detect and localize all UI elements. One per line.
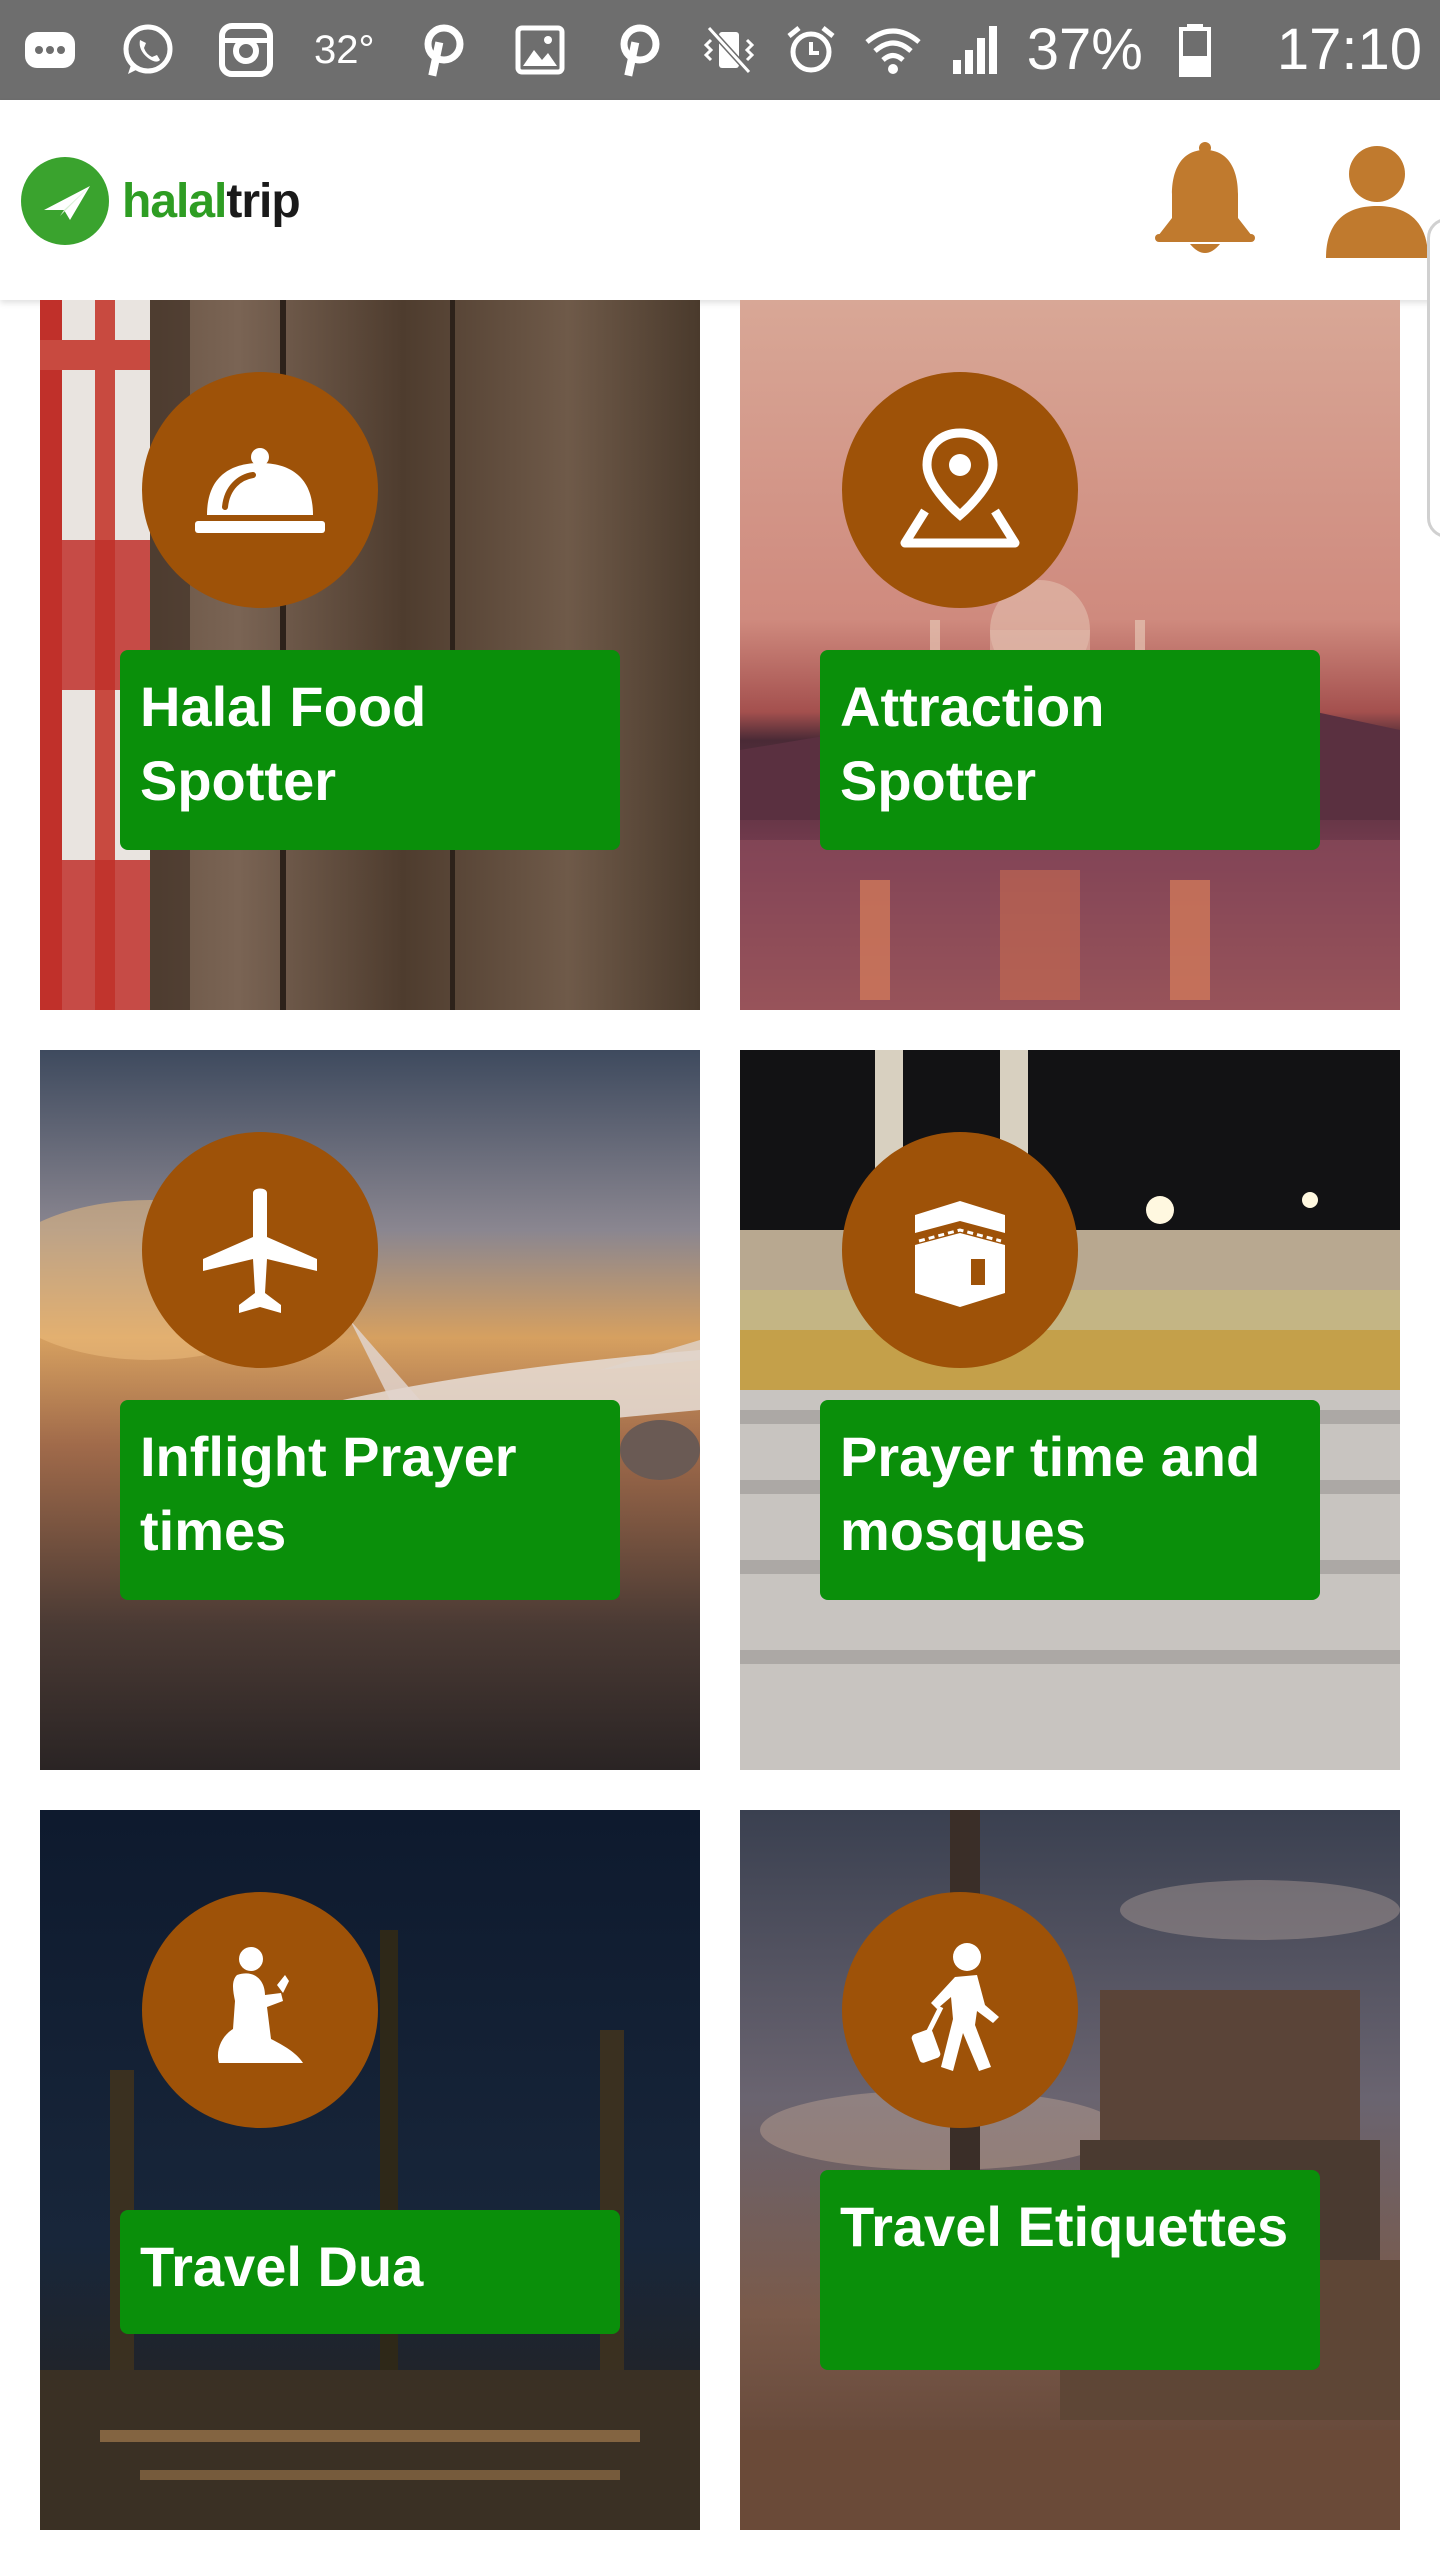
battery-percent: 37% [1026, 17, 1143, 82]
brand-name: halaltrip [122, 174, 301, 229]
tile-title: Travel Dua [120, 2210, 620, 2334]
praying-person-icon [185, 1935, 335, 2085]
brand-name-part2: trip [226, 174, 300, 228]
tile-halal-food-spotter[interactable]: Halal Food Spotter [40, 300, 700, 1010]
tile-prayer-time-and-mosques[interactable]: Prayer time and mosques [740, 1050, 1400, 1770]
mosque-night-background [40, 1810, 700, 2530]
tile-icon-circle [842, 1132, 1078, 1368]
tile-title: Inflight Prayer times [120, 1400, 620, 1600]
user-icon [1322, 140, 1432, 260]
brand-logo-link[interactable]: halaltrip [20, 156, 301, 246]
kaaba-icon [885, 1175, 1035, 1325]
airplane-icon [185, 1175, 335, 1325]
gallery-icon [510, 20, 570, 80]
tile-title: Attraction Spotter [820, 650, 1320, 850]
weather-temperature: 32° [314, 27, 375, 72]
tile-icon-circle [142, 1892, 378, 2128]
vibrate-mute-icon [699, 20, 759, 80]
food-cloche-icon [185, 415, 335, 565]
tile-inflight-prayer-times[interactable]: Inflight Prayer times [40, 1050, 700, 1770]
whatsapp-icon [118, 20, 178, 80]
tile-title: Prayer time and mosques [820, 1400, 1320, 1600]
notifications-button[interactable] [1145, 140, 1265, 260]
paper-plane-logo-icon [20, 156, 110, 246]
wifi-icon [863, 20, 923, 80]
tile-travel-etiquettes[interactable]: Travel Etiquettes [740, 1810, 1400, 2530]
brand-name-part1: halal [122, 174, 227, 228]
status-bar: 32° 37% 17:10 [0, 0, 1440, 100]
alarm-icon [781, 20, 841, 80]
tile-attraction-spotter[interactable]: Attraction Spotter [740, 300, 1400, 1010]
status-clock: 17:10 [1276, 17, 1422, 82]
tile-icon-circle [142, 372, 378, 608]
tile-title: Travel Etiquettes [820, 2170, 1320, 2370]
map-pin-icon [885, 415, 1035, 565]
bell-icon [1150, 140, 1260, 260]
instagram-icon [216, 20, 276, 80]
tile-icon-circle [142, 1132, 378, 1368]
account-button[interactable] [1317, 140, 1437, 260]
signal-icon [945, 20, 1005, 80]
tile-travel-dua[interactable]: Travel Dua [40, 1810, 700, 2530]
status-notification-icons: 32° [20, 0, 668, 100]
tile-icon-circle [842, 372, 1078, 608]
status-system-icons: 37% 17:10 [699, 0, 1422, 100]
battery-icon [1165, 20, 1225, 80]
tile-icon-circle [842, 1892, 1078, 2128]
tile-title: Halal Food Spotter [120, 650, 620, 850]
side-drawer-handle[interactable] [1427, 218, 1440, 538]
message-icon [20, 20, 80, 80]
pinterest-icon [608, 20, 668, 80]
app-header: halaltrip [0, 100, 1440, 300]
pinterest-icon [412, 20, 472, 80]
traveler-icon [885, 1935, 1035, 2085]
